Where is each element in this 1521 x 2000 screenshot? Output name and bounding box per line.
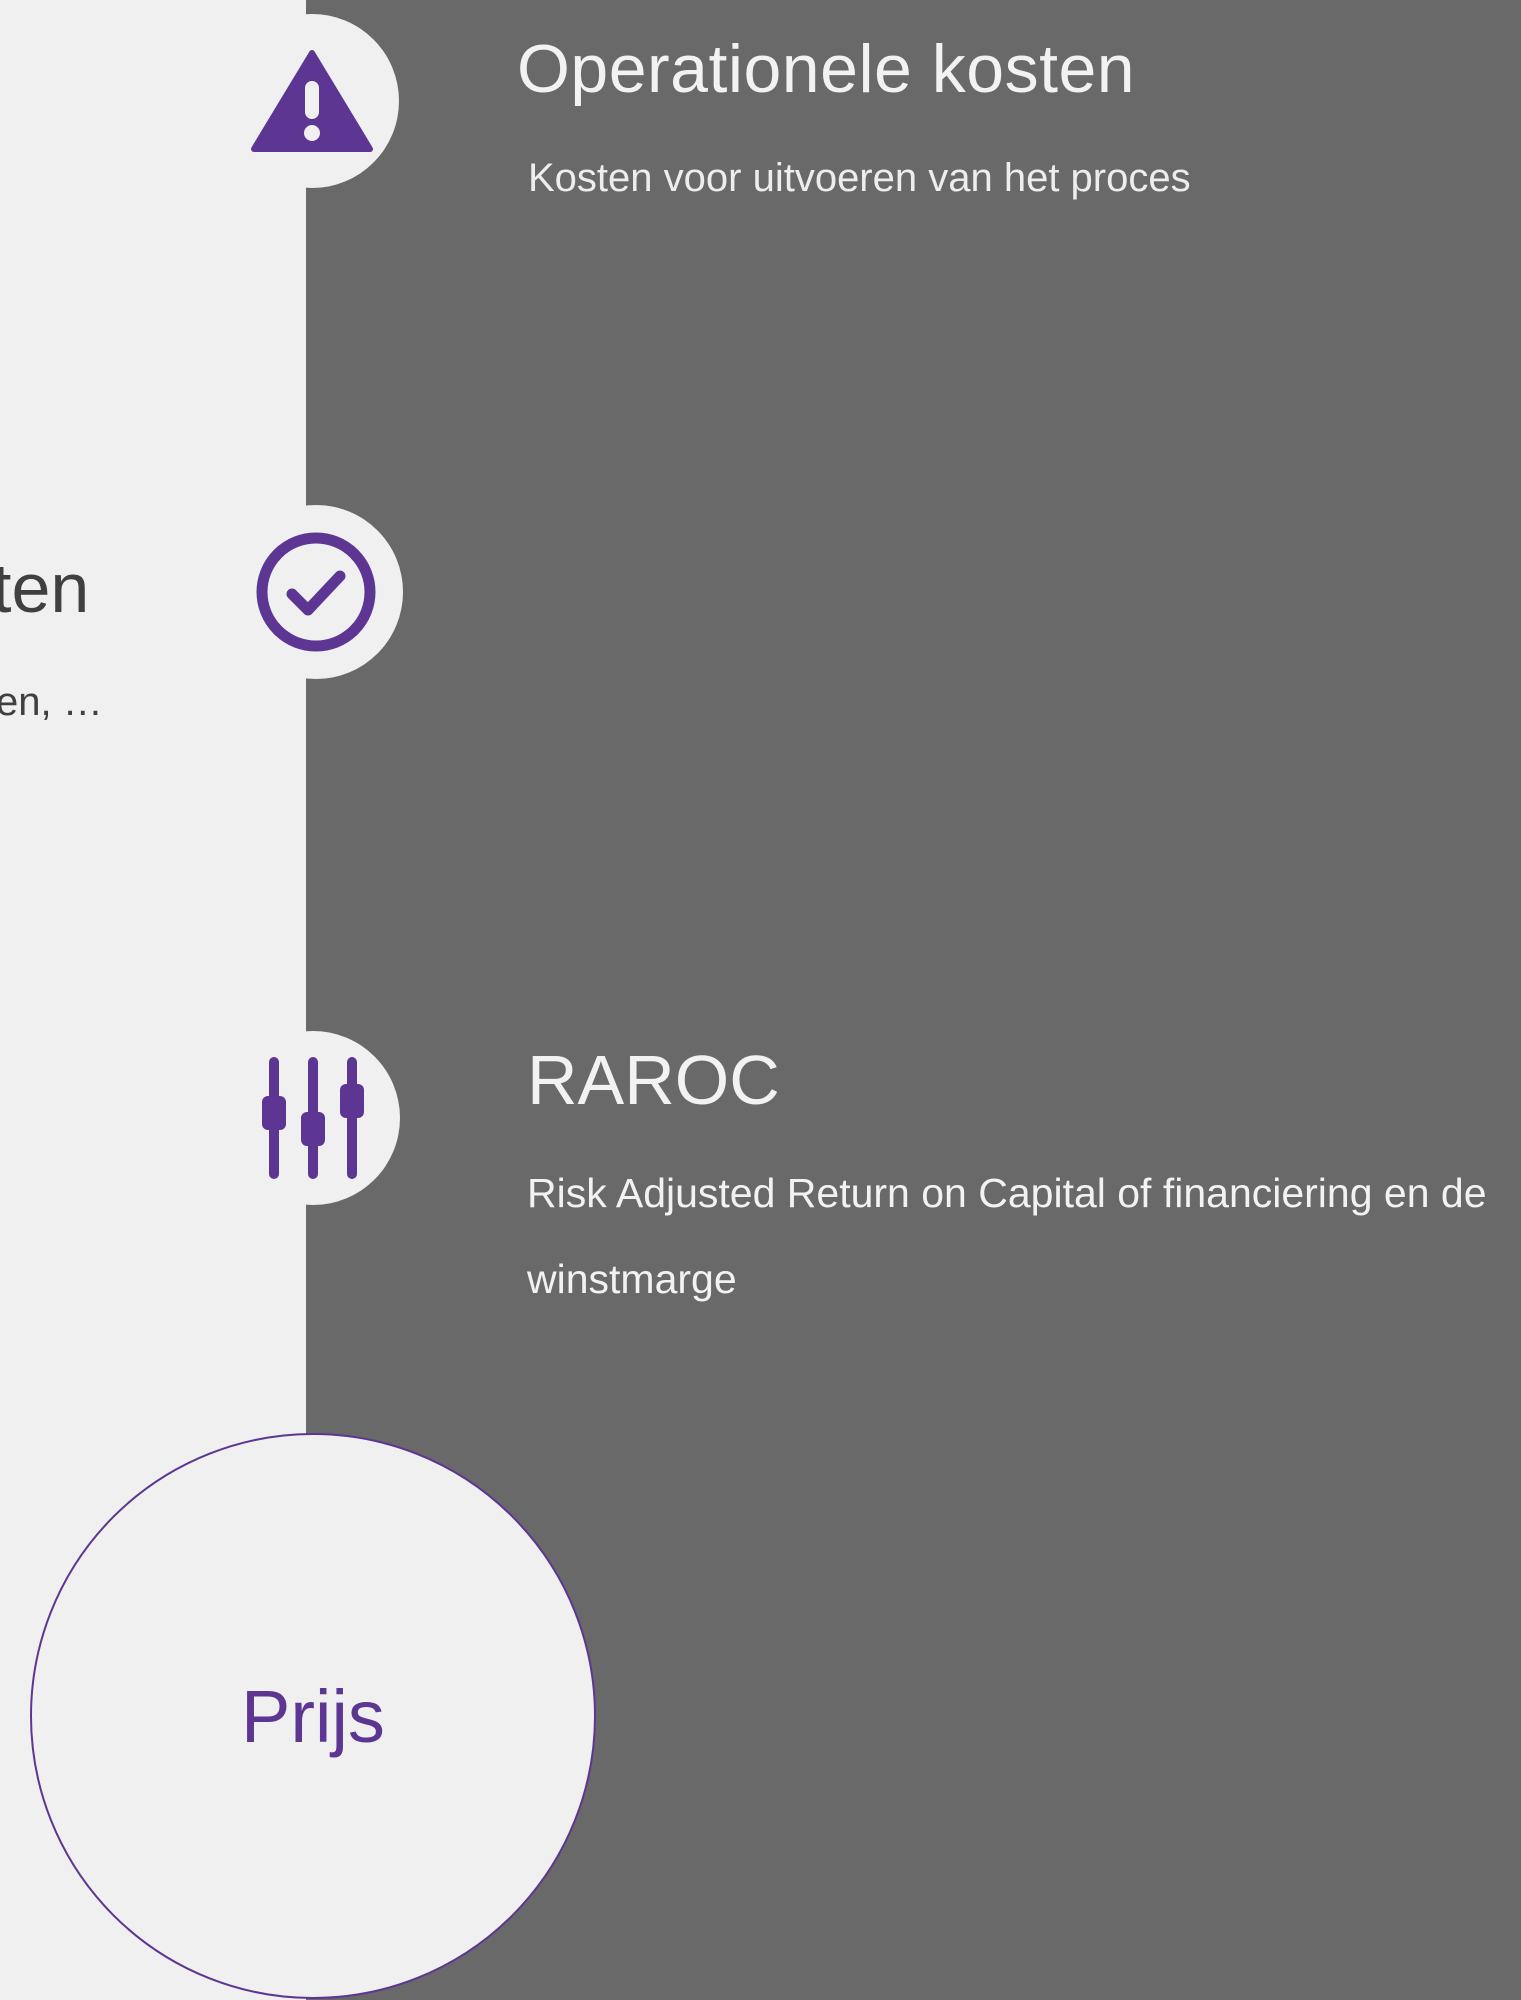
- raroc-title: RAROC: [527, 1041, 780, 1119]
- raroc-description: Risk Adjusted Return on Capital of finan…: [527, 1170, 1487, 1302]
- price-circle: Prijs: [30, 1433, 596, 1999]
- timeline-node-raroc: [226, 1031, 400, 1205]
- price-label: Prijs: [241, 1674, 385, 1758]
- operational-costs-title: Operationele kosten: [517, 31, 1136, 107]
- operational-costs-description: Kosten voor uitvoeren van het proces: [528, 156, 1191, 200]
- left-item-description-fragment: en, …: [0, 680, 103, 724]
- timeline-node-operational: [225, 14, 399, 188]
- warning-icon: [251, 50, 373, 152]
- sliders-icon: [262, 1057, 364, 1179]
- left-item-title-fragment: ten: [0, 549, 90, 627]
- check-circle-icon: [256, 532, 376, 652]
- timeline-node-check: [229, 505, 403, 679]
